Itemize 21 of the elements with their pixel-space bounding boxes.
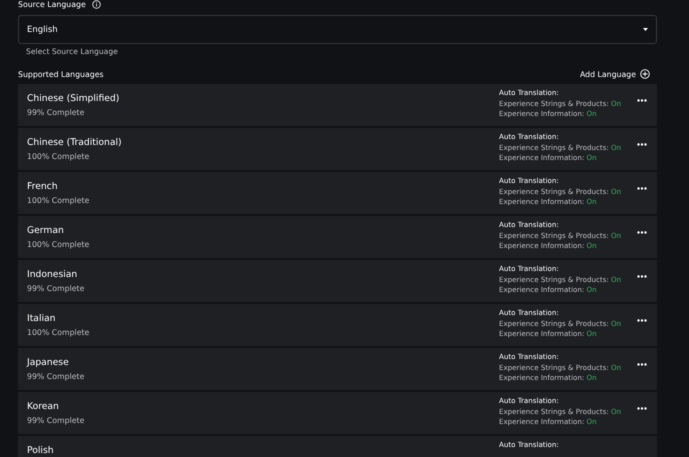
more-icon: [637, 407, 647, 410]
more-icon: [637, 275, 647, 278]
info-icon[interactable]: [92, 0, 101, 9]
language-name: Indonesian: [27, 269, 78, 280]
language-name: Japanese: [27, 357, 70, 368]
language-name: Korean: [27, 401, 60, 412]
more-icon: [637, 319, 647, 322]
language-name: Chinese (Simplified): [27, 93, 120, 104]
more-icon: [637, 187, 647, 190]
more-icon: [637, 231, 647, 234]
language-name: Chinese (Traditional): [27, 137, 122, 148]
language-name: French: [27, 181, 59, 192]
more-icon: [637, 143, 647, 146]
dropdown-caret-icon: [643, 28, 648, 31]
language-dropdown[interactable]: English: [18, 15, 657, 44]
more-icon: [637, 363, 647, 366]
language-name: Italian: [27, 313, 57, 324]
language-name: German: [27, 225, 65, 236]
more-icon: [637, 99, 647, 102]
add-icon: [640, 69, 650, 79]
language-name: Polish: [27, 445, 54, 456]
